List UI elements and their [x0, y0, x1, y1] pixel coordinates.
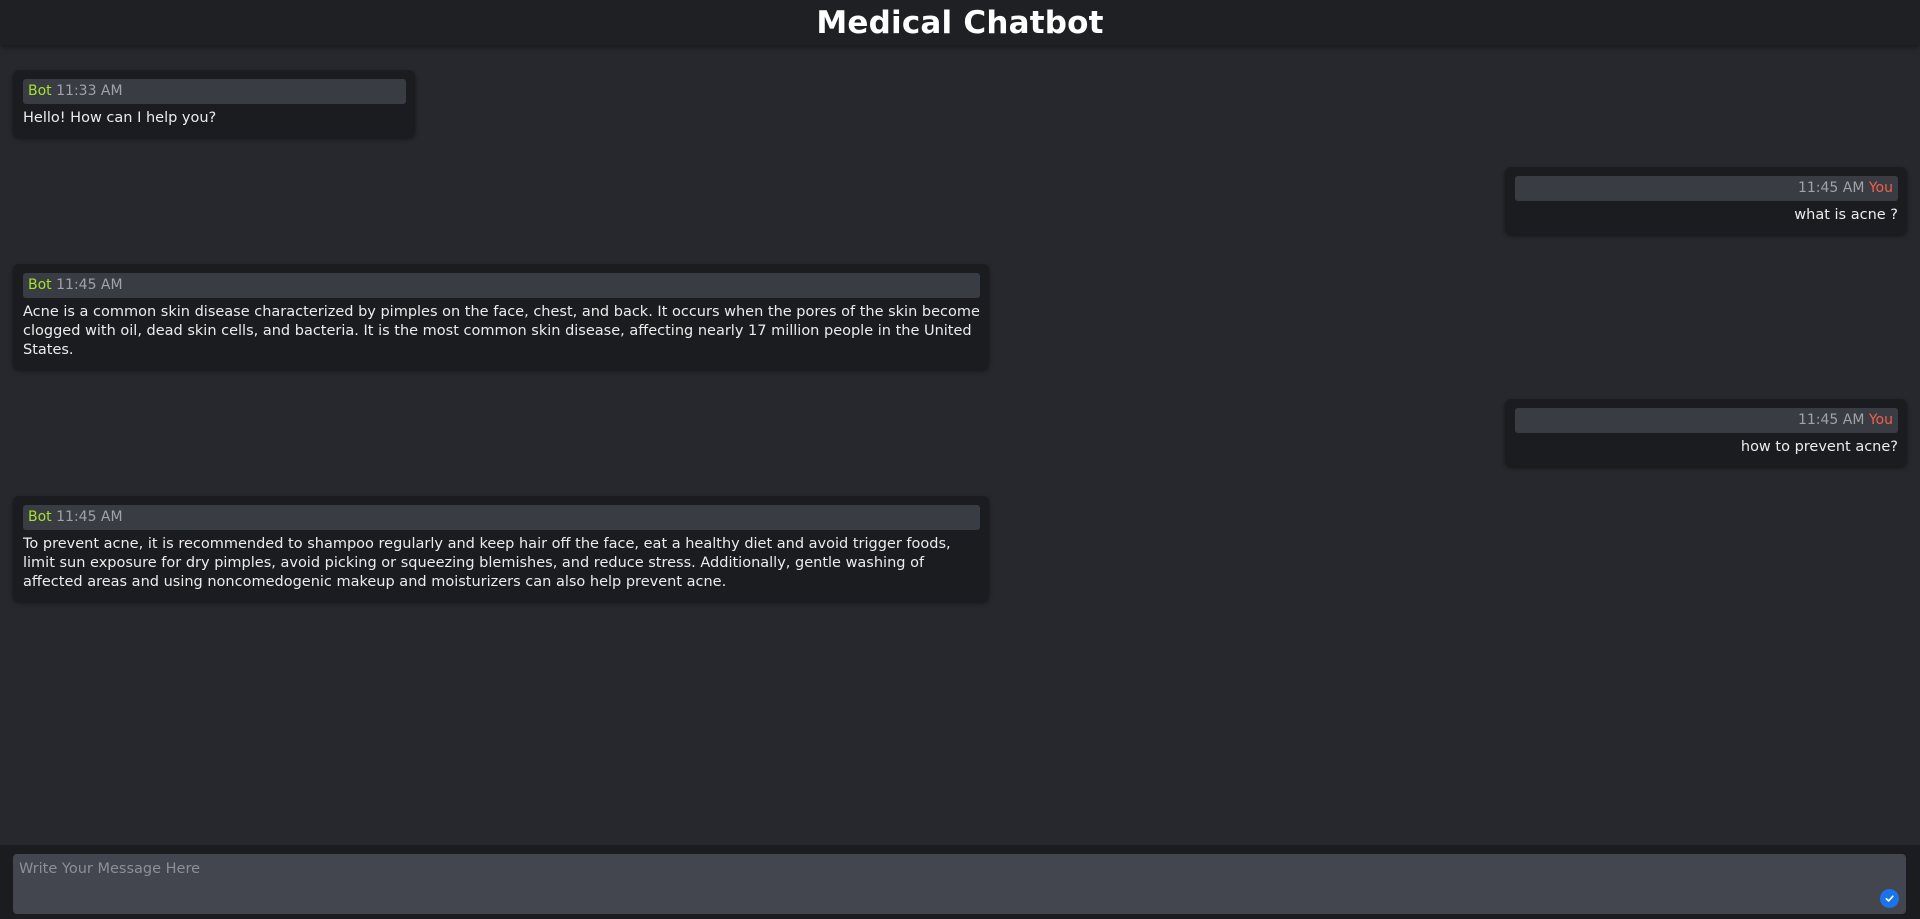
- message-time: 11:33 AM: [56, 83, 123, 99]
- sender-name: You: [1868, 412, 1893, 428]
- page-title: Medical Chatbot: [816, 4, 1104, 41]
- sender-name: Bot: [28, 509, 52, 525]
- message-meta: 11:45 AM You: [1515, 408, 1898, 433]
- sender-name: Bot: [28, 83, 52, 99]
- user-message: 11:45 AM You what is acne ?: [1505, 167, 1907, 234]
- composer-bar: [0, 845, 1920, 919]
- chat-history[interactable]: Bot 11:33 AM Hello! How can I help you? …: [0, 45, 1920, 845]
- message-input[interactable]: [13, 854, 1906, 914]
- chat-app: Medical Chatbot Bot 11:33 AM Hello! How …: [0, 0, 1920, 919]
- bot-message: Bot 11:45 AM To prevent acne, it is reco…: [13, 496, 989, 601]
- message-text: To prevent acne, it is recommended to sh…: [23, 536, 951, 590]
- message-text: Acne is a common skin disease characteri…: [23, 304, 980, 358]
- message-text: Hello! How can I help you?: [23, 110, 217, 126]
- message-time: 11:45 AM: [56, 277, 123, 293]
- sender-name: Bot: [28, 277, 52, 293]
- user-message: 11:45 AM You how to prevent acne?: [1505, 399, 1907, 466]
- check-circle-icon: [1885, 895, 1894, 902]
- header-bar: Medical Chatbot: [0, 0, 1920, 45]
- message-time: 11:45 AM: [1797, 412, 1865, 428]
- message-text: what is acne ?: [1794, 207, 1898, 223]
- message-text: how to prevent acne?: [1740, 439, 1898, 455]
- send-button[interactable]: [1880, 889, 1899, 908]
- bot-message: Bot 11:45 AM Acne is a common skin disea…: [13, 264, 989, 369]
- message-time: 11:45 AM: [56, 509, 123, 525]
- sender-name: You: [1868, 180, 1893, 196]
- message-meta: Bot 11:45 AM: [23, 505, 980, 530]
- bot-message: Bot 11:33 AM Hello! How can I help you?: [13, 70, 415, 137]
- message-time: 11:45 AM: [1797, 180, 1865, 196]
- message-meta: Bot 11:45 AM: [23, 273, 980, 298]
- message-meta: 11:45 AM You: [1515, 176, 1898, 201]
- message-meta: Bot 11:33 AM: [23, 79, 406, 104]
